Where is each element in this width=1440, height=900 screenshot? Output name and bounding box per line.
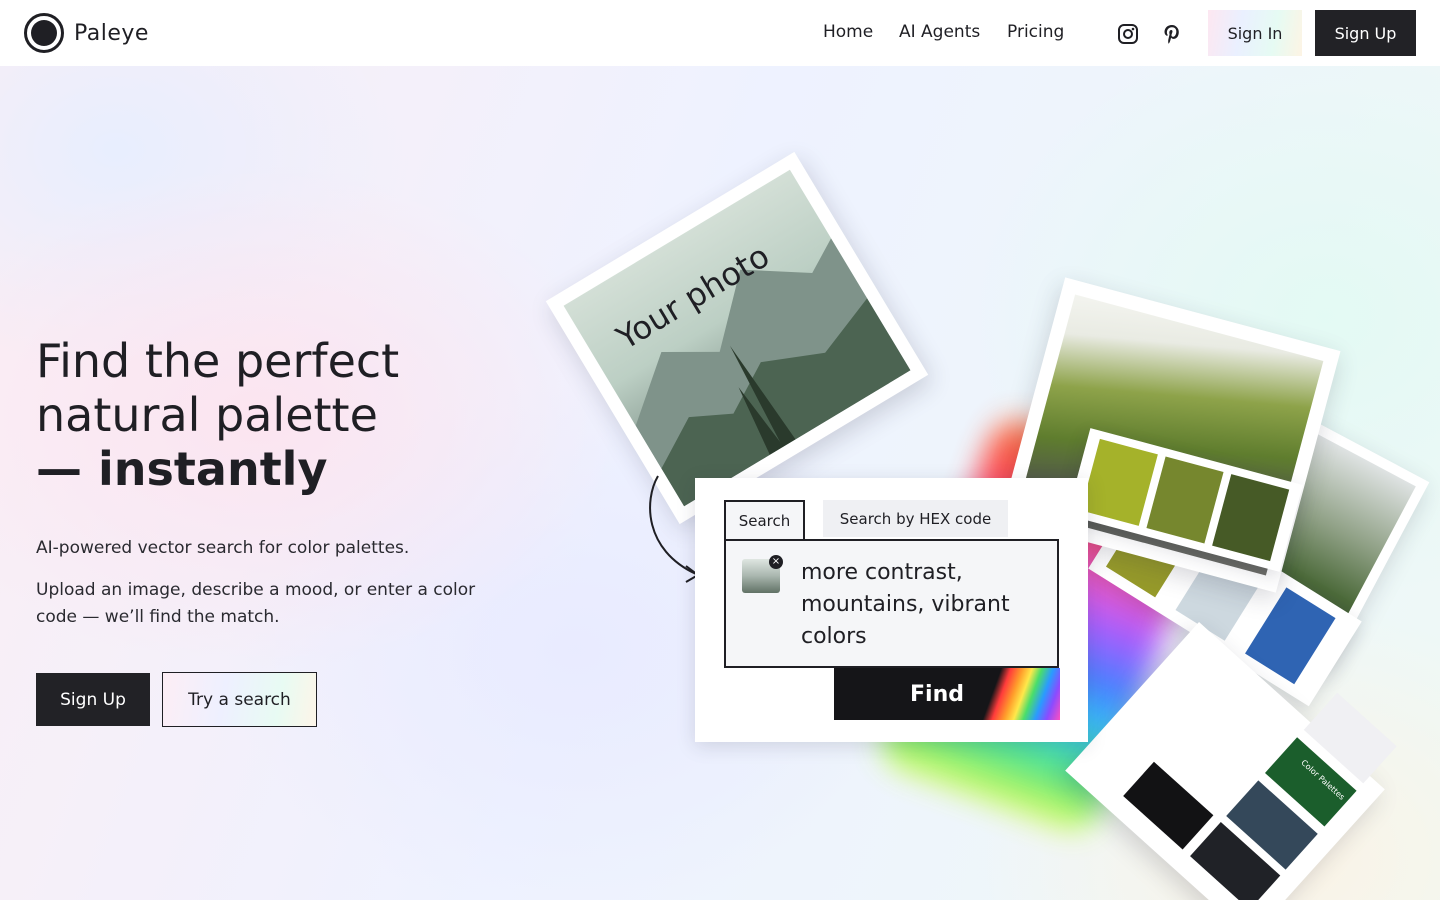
find-button[interactable]: Find: [834, 668, 1060, 720]
site-header: Paleye Home AI Agents Pricing Sign In Si…: [0, 0, 1440, 66]
brand-name: Paleye: [74, 20, 149, 46]
try-search-button[interactable]: Try a search: [162, 672, 317, 727]
hero-subtitle: AI-powered vector search for color palet…: [36, 538, 410, 558]
rainbow-stripe: [982, 668, 1060, 720]
close-icon[interactable]: ×: [769, 555, 783, 569]
swatch: [1212, 474, 1290, 562]
search-query-box[interactable]: × more contrast, mountains, vibrant colo…: [724, 539, 1059, 668]
pinterest-icon[interactable]: [1160, 22, 1184, 46]
swatch: [1123, 761, 1214, 850]
tab-search[interactable]: Search: [724, 500, 805, 539]
your-photo-card: Your photo: [545, 151, 929, 525]
logo-link[interactable]: Paleye: [24, 13, 149, 53]
hero-title-line2: natural palette: [36, 388, 378, 442]
hero-title-line3: — instantly: [36, 442, 328, 496]
hero-illustration: Color Palettes Your photo Search Search …: [540, 151, 1430, 900]
sign-up-button-hero[interactable]: Sign Up: [36, 673, 150, 726]
hero-title-line1: Find the perfect: [36, 334, 400, 388]
find-button-label: Find: [910, 681, 964, 707]
search-query-text: more contrast, mountains, vibrant colors: [801, 560, 1010, 649]
tab-hex-code[interactable]: Search by HEX code: [823, 500, 1008, 537]
swatch: [1146, 456, 1224, 544]
hero-title: Find the perfect natural palette — insta…: [36, 334, 536, 496]
nav-ai-agents[interactable]: AI Agents: [899, 22, 980, 42]
nav-home[interactable]: Home: [823, 22, 873, 42]
mountain-photo: Your photo: [563, 169, 911, 507]
swatch: [1080, 438, 1158, 526]
swatch: [1245, 587, 1336, 685]
logo-icon: [24, 13, 64, 53]
sign-up-button-header[interactable]: Sign Up: [1315, 10, 1416, 56]
sign-in-button[interactable]: Sign In: [1208, 10, 1302, 56]
search-widget: Search Search by HEX code × more contras…: [695, 478, 1088, 742]
nav-pricing[interactable]: Pricing: [1007, 22, 1064, 42]
instagram-icon[interactable]: [1116, 22, 1140, 46]
hero-description: Upload an image, describe a mood, or ent…: [36, 580, 476, 627]
